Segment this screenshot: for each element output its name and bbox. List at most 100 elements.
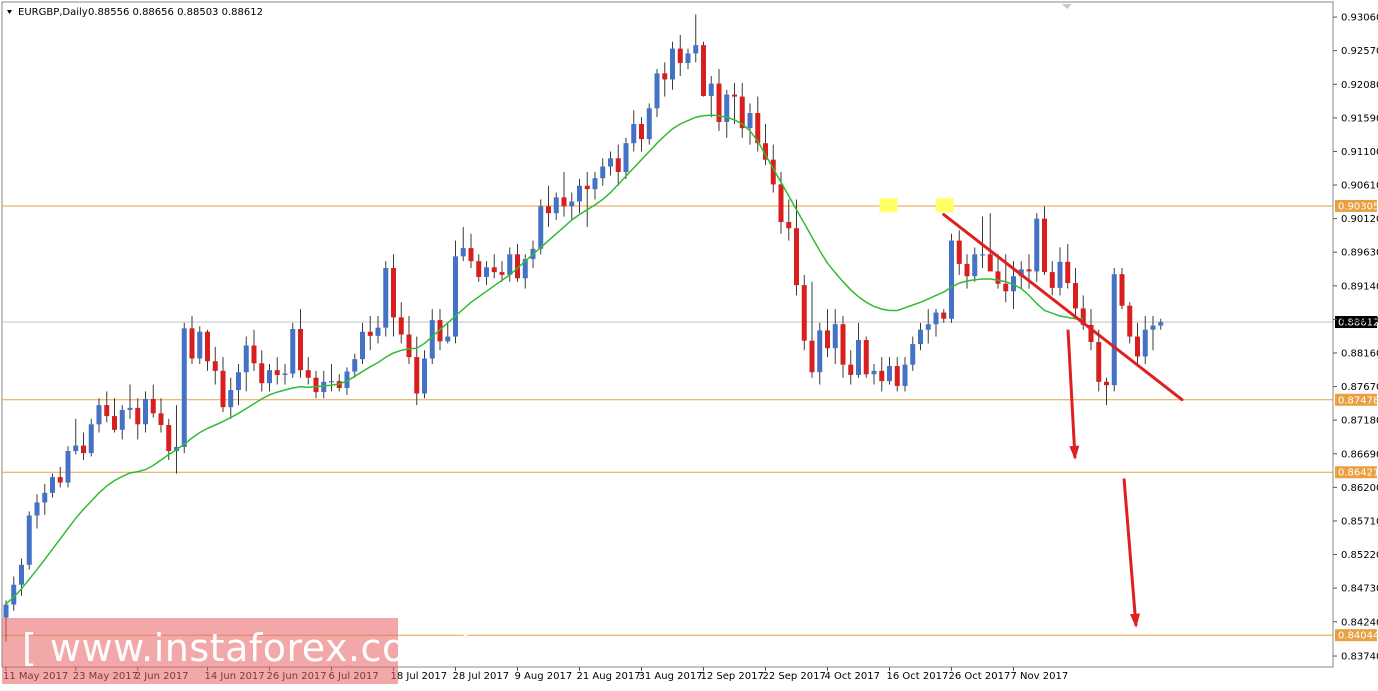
level-price-label: 0.90305 — [1338, 201, 1378, 212]
candle-body-bullish — [19, 564, 24, 585]
candle-body-bearish — [158, 413, 164, 425]
x-tick-label: 21 Aug 2017 — [577, 671, 641, 682]
candle-body-bearish — [491, 267, 497, 273]
candle-body-bearish — [794, 228, 799, 286]
candle-body-bullish — [972, 254, 978, 277]
candle-body-bullish — [856, 339, 861, 375]
candle-body-bullish — [65, 451, 71, 483]
candle-body-bullish — [329, 381, 334, 383]
x-tick-label: 18 Jul 2017 — [391, 671, 448, 682]
candle-body-bullish — [538, 206, 544, 249]
candle-body-bullish — [1158, 322, 1164, 326]
candle-body-bearish — [546, 206, 551, 214]
candle-body-bearish — [778, 184, 784, 223]
candle-body-bullish — [422, 358, 427, 394]
watermark-banner: [ www.instaforex.com ] — [2, 618, 471, 684]
candle-body-bullish — [871, 370, 877, 375]
candle-body-bearish — [499, 272, 505, 275]
candle-body-bullish — [925, 324, 931, 330]
candle-body-bullish — [484, 267, 489, 277]
candle-body-bearish — [367, 331, 373, 336]
candle-body-bearish — [476, 261, 482, 277]
candle-body-bullish — [453, 256, 458, 337]
candle-body-bearish — [1127, 305, 1133, 337]
level-price-label: 0.86421 — [1338, 468, 1378, 479]
candle-body-bullish — [600, 166, 606, 179]
candle-body-bullish — [197, 331, 203, 359]
candle-body-bullish — [282, 373, 288, 375]
candle-body-bullish — [460, 248, 466, 257]
candle-body-bearish — [701, 45, 706, 96]
candle-body-bullish — [910, 344, 916, 365]
candle-body-bearish — [313, 377, 319, 393]
watermark-text: [ www.instaforex.com ] — [22, 626, 472, 670]
x-tick-label: 22 Sep 2017 — [763, 671, 826, 682]
candle-body-bullish — [290, 329, 296, 374]
y-tick-label: 0.87180 — [1341, 416, 1378, 427]
candle-body-bullish — [685, 53, 691, 64]
candle-body-bullish — [1034, 218, 1040, 272]
y-tick-label: 0.93060 — [1341, 13, 1378, 24]
top-highlight-marker — [879, 198, 898, 213]
candle-body-bearish — [391, 268, 396, 318]
candle-body-bearish — [414, 357, 420, 394]
candle-body-bullish — [1150, 325, 1156, 330]
candle-body-bullish — [817, 330, 823, 373]
candle-body-bearish — [220, 370, 226, 408]
x-tick-label: 9 Aug 2017 — [515, 671, 573, 682]
level-price-label: 0.84044 — [1338, 631, 1378, 642]
candle-body-bullish — [646, 108, 652, 140]
candle-body-bullish — [832, 324, 838, 349]
candle-body-bearish — [615, 158, 621, 173]
y-tick-label: 0.91100 — [1341, 147, 1378, 158]
candle-body-bearish — [1119, 274, 1125, 306]
x-tick-label: 28 Jul 2017 — [453, 671, 510, 682]
candle-body-bearish — [863, 339, 869, 375]
candle-body-bearish — [398, 317, 404, 335]
candle-body-bullish — [228, 390, 234, 408]
candle-body-bearish — [81, 445, 86, 454]
y-tick-label: 0.90120 — [1341, 214, 1378, 225]
candle-body-bullish — [127, 407, 133, 410]
candle-body-bearish — [584, 185, 590, 190]
symbol-label: EURGBP,Daily — [18, 7, 88, 18]
x-tick-label: 26 Oct 2017 — [949, 671, 1011, 682]
y-tick-label: 0.86200 — [1341, 483, 1378, 494]
candle-body-bearish — [205, 331, 210, 362]
y-tick-label: 0.83740 — [1341, 652, 1378, 663]
chart-header: EURGBP,Daily 0.88556 0.88656 0.88503 0.8… — [7, 7, 263, 18]
candle-body-bullish — [383, 268, 389, 328]
candle-body-bullish — [708, 83, 714, 96]
candle-body-bearish — [259, 363, 265, 384]
candle-body-bearish — [561, 197, 567, 207]
candle-body-bullish — [26, 515, 32, 565]
candle-body-bullish — [747, 113, 753, 129]
candle-body-bullish — [693, 45, 699, 54]
candle-body-bullish — [119, 409, 125, 430]
candle-body-bullish — [1142, 329, 1148, 357]
y-tick-label: 0.92570 — [1341, 46, 1378, 57]
top-highlight-marker — [935, 198, 954, 213]
candle-body-bullish — [50, 477, 55, 493]
x-tick-label: 16 Oct 2017 — [887, 671, 949, 682]
y-tick-label: 0.84730 — [1341, 584, 1378, 595]
candle-body-bullish — [569, 201, 575, 207]
candle-body-bearish — [1042, 218, 1047, 273]
candle-body-bullish — [42, 492, 48, 503]
ohlc-values: 0.88556 0.88656 0.88503 0.88612 — [88, 7, 263, 18]
candle-body-bullish — [608, 158, 613, 167]
candle-body-bearish — [825, 330, 830, 349]
candle-body-bullish — [96, 405, 102, 425]
candle-body-bearish — [57, 477, 63, 483]
candle-body-bullish — [267, 370, 272, 384]
candle-body-bearish — [639, 124, 644, 140]
candle-body-bearish — [1049, 272, 1055, 288]
candle-body-bearish — [468, 248, 474, 262]
candle-body-bullish — [980, 254, 985, 256]
candle-body-bullish — [654, 73, 660, 109]
candle-body-bullish — [1111, 274, 1117, 386]
candle-body-bearish — [801, 285, 807, 341]
candle-body-bullish — [429, 320, 435, 359]
candlestick-chart: 0.903050.874780.864210.840440.88612 0.93… — [0, 0, 1378, 687]
y-tick-label: 0.92080 — [1341, 80, 1378, 91]
